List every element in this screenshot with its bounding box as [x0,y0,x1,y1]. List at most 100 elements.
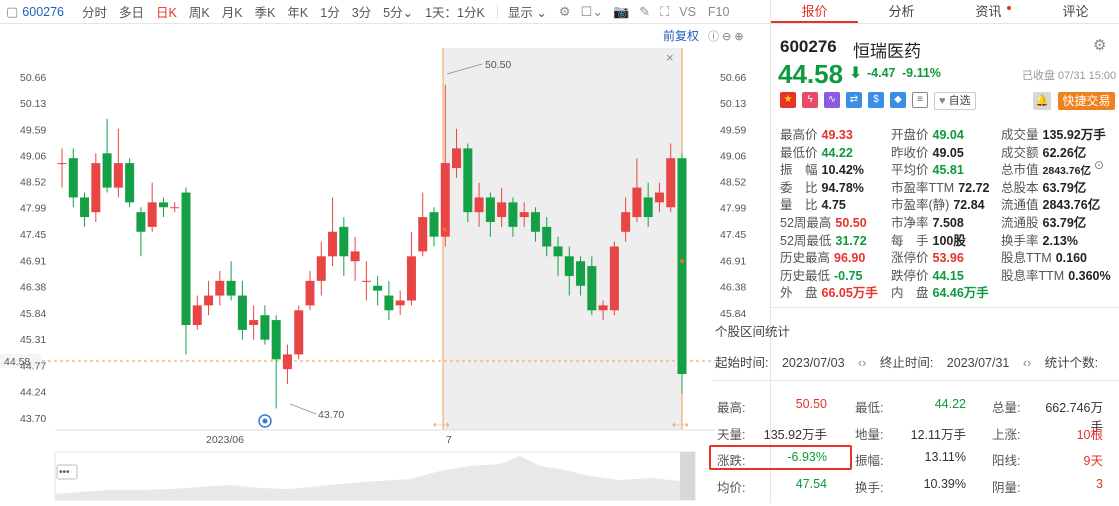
field-label: 跌停价 [891,268,929,283]
pencil-icon[interactable]: ✎ [639,4,650,20]
period-tab-5[interactable]: 季K [255,2,276,21]
quote-field: 历史最高 96.90 [780,247,865,266]
f10-button[interactable]: F10 [708,5,730,19]
fullscreen-icon[interactable]: ⛶ [660,4,669,20]
zoom-out-icon[interactable]: ⊖ [722,31,731,43]
candle-body [429,212,439,237]
stat-label: 均价: [717,480,746,495]
quote-tab-label: 评论 [1062,4,1089,19]
left-axis-label: 44.77 [20,361,46,373]
period-tab-9[interactable]: 5分⌄ [383,2,413,21]
candle-body [271,320,281,360]
candle-body [666,158,676,208]
end-date[interactable]: 2023/07/31 [947,356,1010,370]
left-axis-label: 46.91 [20,256,46,268]
help-icon[interactable]: ⓘ [708,31,719,43]
right-axis-label: 47.99 [720,203,746,215]
date-label-2: 7 [446,434,452,446]
vs-button[interactable]: VS [679,5,696,19]
field-label: 流通值 [1001,198,1039,213]
document-icon[interactable]: ≡ [912,92,928,108]
candle-body [158,202,168,208]
overview-window[interactable] [680,452,695,500]
candle-body [519,212,529,218]
kline-chart[interactable]: 44.58 50.66 50.13 49.59 49.06 48.52 47.99 47.4… [0,24,770,503]
interval-range-row: 起始时间: 2023/07/03 ‹› 终止时间: 2023/07/31 ‹› … [715,352,1098,371]
quote-field: 外 盘 66.05万手 [780,282,878,301]
quote-field: 总股本 63.79亿 [1001,177,1086,196]
range-end-handle-icon[interactable]: ⇠⇢ [672,420,689,431]
stat-value: 10根 [1076,427,1103,442]
low-marker-line [289,403,317,415]
candle-body [598,305,608,311]
fuquan-select[interactable]: 前复权 [663,27,699,44]
quote-field: 振 幅 10.42% [780,159,864,178]
candle-body [350,251,360,262]
end-adjust-icon[interactable]: ‹› [1023,356,1031,370]
candle-body [294,310,304,355]
camera-icon[interactable]: 📷 [613,4,629,20]
quick-trade-button[interactable]: 快捷交易 [1058,92,1115,110]
more-icon[interactable]: ⊙ [1094,158,1104,172]
left-axis-label: 50.66 [20,72,46,84]
quote-tab-3[interactable]: 评论 [1032,0,1119,23]
quote-field: 市净率 7.508 [891,212,964,231]
period-tab-7[interactable]: 1分 [320,2,339,21]
checkbox-icon[interactable]: ☐⌄ [580,4,603,20]
settings-icon[interactable]: ⚙ [559,4,571,20]
ma-marker [680,259,684,264]
period-tab-8[interactable]: 3分 [352,2,371,21]
dollar-icon[interactable]: $ [868,92,884,108]
candle-body [677,158,687,375]
field-label: 市净率 [891,216,929,230]
settings-icon[interactable]: ⚙ [1093,36,1106,54]
stat-label: 最低: [855,401,884,415]
left-axis-label: 43.70 [20,413,46,425]
shuffle-icon[interactable]: ⇄ [846,92,862,108]
right-axis-label: 50.13 [720,98,746,110]
field-value: 49.04 [932,128,964,142]
sidebar-toggle-icon[interactable]: ▢ [6,4,18,20]
bell-icon[interactable]: 🔔 [1033,92,1051,110]
quote-tab-0[interactable]: 报价 [771,0,858,23]
period-tab-4[interactable]: 月K [222,2,243,21]
field-value: 135.92万手 [1042,128,1106,142]
candle-body [632,187,642,218]
period-tab-2[interactable]: 日K [156,2,177,21]
stat-value: 12.11万手 [910,427,966,442]
lightning-icon[interactable]: ϟ [802,92,818,108]
close-range-icon[interactable]: × [666,50,674,65]
add-watchlist-button[interactable]: ♥ 自选 [934,92,976,110]
field-value: 45.81 [932,163,964,178]
field-label: 股息率TTM [1001,268,1065,283]
quote-name: 恒瑞医药 [853,42,921,61]
right-axis-label: 46.91 [720,256,746,268]
start-adjust-icon[interactable]: ‹› [858,356,866,370]
quote-tab-1[interactable]: 分析 [858,0,945,23]
field-value: 10.42% [821,163,864,178]
quote-field: 总市值 2843.76亿 [1001,159,1091,178]
start-date[interactable]: 2023/07/03 [782,356,845,370]
china-flag-icon[interactable]: ★ [780,92,796,108]
period-tab-0[interactable]: 分时 [82,2,107,21]
candle-body [621,212,631,232]
stat-value: 13.11% [924,450,966,464]
period-tab-3[interactable]: 周K [189,2,210,21]
period-tab-1[interactable]: 多日 [119,2,144,21]
field-label: 股息TTM [1001,251,1052,266]
period-tab-6[interactable]: 年K [287,2,308,21]
display-dropdown[interactable]: 显示 ⌄ [508,2,547,21]
field-label: 最高价 [780,128,818,142]
candle-body [170,207,180,209]
period-select[interactable]: 1天：1分K [425,2,485,21]
tag-icon[interactable]: ◆ [890,92,906,108]
stat-value: 10.39% [923,476,966,491]
chart-icon[interactable]: ∿ [824,92,840,108]
zoom-in-icon[interactable]: ⊕ [734,31,743,43]
field-value: 50.50 [835,216,867,230]
stat-label: 最高: [717,401,746,415]
quote-tab-2[interactable]: 资讯 [945,0,1032,23]
stat-value: 47.54 [795,476,827,491]
range-start-handle-icon[interactable]: ⇠⇢ [433,420,450,431]
candle-body [136,212,146,232]
